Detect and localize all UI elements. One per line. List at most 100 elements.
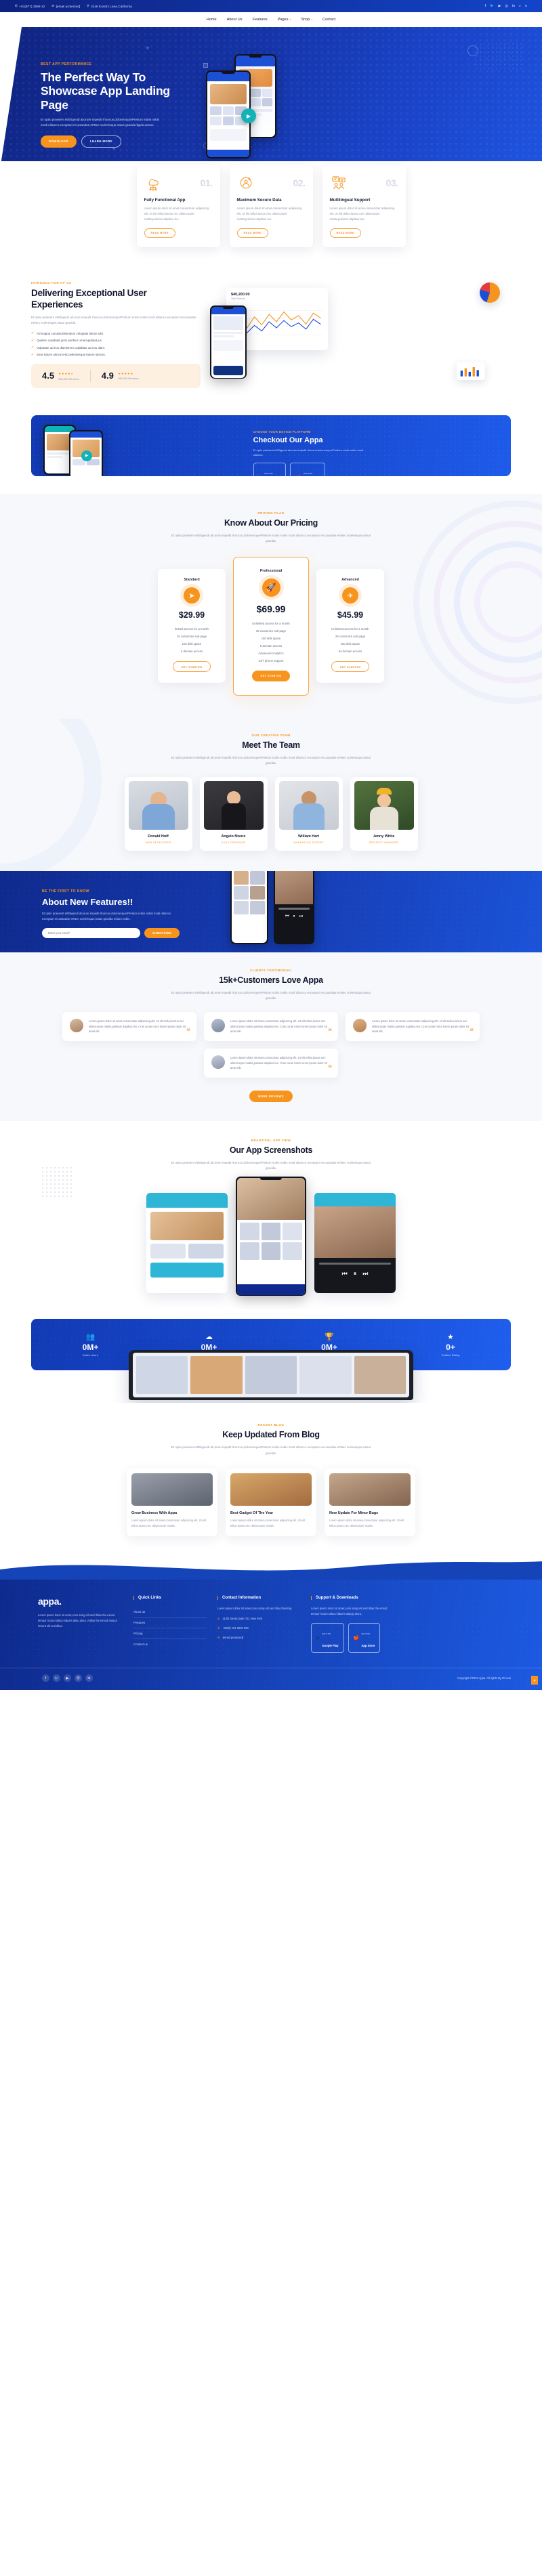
blog-post-card[interactable]: Grow Business With Appa Lorem ipsum dolo…	[127, 1468, 217, 1537]
pricing-plan-standard[interactable]: Standard ➤ $29.99 limited access for a m…	[158, 569, 226, 683]
feature-read-more-button[interactable]: READ MORE	[236, 228, 268, 238]
behance-icon[interactable]: Ⓑ	[75, 1674, 82, 1683]
search-icon[interactable]: ⌕	[519, 4, 521, 8]
nav-label: Shop	[301, 18, 310, 22]
plan-get-started-button[interactable]: GET STARTED	[252, 670, 290, 681]
intro-donut-chart	[480, 282, 500, 303]
plan-feature: 100 disk space	[182, 642, 202, 646]
top-bar-phone[interactable]: ✆ +01(977) 2599 12	[15, 4, 45, 8]
hero-download-button[interactable]: DOWNLOAD	[41, 135, 77, 148]
check-icon: ✔	[31, 345, 35, 350]
twitter-icon[interactable]: 🐦	[53, 1674, 60, 1683]
plan-get-started-button[interactable]: GET STARTED	[331, 661, 369, 673]
linkedin-icon[interactable]: in	[85, 1674, 93, 1683]
newsletter-subscribe-button[interactable]: SUBSCRIBE	[144, 927, 180, 938]
stats-tablet-mockup	[31, 1350, 511, 1403]
footer-link-features[interactable]: Features	[133, 1618, 207, 1629]
plan-get-started-button[interactable]: GET STARTED	[173, 661, 211, 673]
quote-icon: ❝	[470, 1028, 474, 1036]
footer: appa. Lorem ipsum dolor sit amet,cons ar…	[0, 1580, 542, 1691]
top-bar-address-text: 3146 Koontz Lane,California	[91, 4, 132, 8]
top-bar-email[interactable]: ✉ [email protected]	[51, 4, 80, 8]
testimonials-section: CLIENTS TESTIMONIAL 15k+Customers Love A…	[0, 952, 542, 1121]
twitter-icon[interactable]: 🐦	[490, 4, 494, 8]
newsletter-phone-right: ⏮ ⏸ ⏭	[274, 870, 314, 944]
team-member-card[interactable]: William Hart MARKETING EXPERT	[274, 777, 343, 851]
footer-app-store-button[interactable]: 🍎 GET IT ON App Store	[348, 1623, 381, 1653]
footer-google-play-button[interactable]: ▷ GET IT ON Google Play	[311, 1623, 344, 1653]
plan-feature: 150 disk space	[340, 642, 360, 646]
footer-logo[interactable]: appa.	[38, 1596, 123, 1607]
envelope-icon: ✉	[217, 1636, 220, 1640]
pricing-plan-professional[interactable]: Professional 🚀 $69.99 Unlimited access f…	[233, 556, 309, 696]
blog-heading-block: RECENT BLOG Keep Updated From Blog Et op…	[0, 1423, 542, 1456]
nav-item-pages[interactable]: Pages ▾	[278, 18, 291, 22]
blog-section: RECENT BLOG Keep Updated From Blog Et op…	[0, 1403, 542, 1560]
feature-card[interactable]: 01. Fully Functional App Lorem ipsum dol…	[136, 165, 220, 248]
linkedin-icon[interactable]: in	[512, 4, 515, 8]
feature-card[interactable]: 03. Multilingual Support Lorem ipsum dol…	[322, 165, 406, 248]
rating-box: 4.5 ★★★★⯨ 255,000 Reviews 4.9 ★★★★★ 198,…	[31, 363, 201, 388]
feature-number: 03.	[385, 177, 398, 188]
intro-bullet-text: Esse labore ultrices!Hic pellentesque la…	[37, 353, 106, 357]
feature-read-more-button[interactable]: READ MORE	[144, 228, 175, 238]
youtube-icon[interactable]: ▶	[499, 4, 501, 8]
intro-bullet: ✔ Quidem cupidatat justo porttitor urnacu…	[31, 339, 201, 343]
app-store-button[interactable]: 🍎 GET IT ON Google Play	[290, 463, 326, 476]
footer-contact-title: Contact Information	[217, 1596, 300, 1601]
feature-card[interactable]: 02. Maximum Secure Data Lorem ipsum dolo…	[229, 165, 313, 248]
blog-eyebrow: RECENT BLOG	[257, 1423, 285, 1427]
nav-item-about-us[interactable]: About Us	[227, 18, 243, 22]
plan-feature: 3 domain access	[180, 650, 203, 654]
team-member-card[interactable]: Angelo Moore UI/UX DESIGNER	[199, 777, 268, 851]
google-play-button[interactable]: ▷ GET IT ON Google Play	[253, 463, 287, 476]
facebook-icon[interactable]: f	[485, 4, 486, 8]
footer-link-about-us[interactable]: About us	[133, 1607, 207, 1618]
hero-title: The Perfect Way To Showcase App Landing …	[41, 70, 170, 112]
hero-phone-mockups: ▶	[176, 50, 515, 165]
youtube-icon[interactable]: ▶	[64, 1674, 71, 1683]
intro-bar-chart-card	[457, 362, 485, 381]
team-member-card[interactable]: Donald Huff WEB DEVELOPER	[124, 777, 192, 851]
footer-link-contact-us[interactable]: Contact us	[133, 1639, 207, 1649]
nav-item-features[interactable]: Features	[253, 18, 268, 22]
rating-item: 4.9 ★★★★★ 198,000 Reviews	[102, 371, 139, 381]
store-small-label: GET IT ON	[361, 1633, 370, 1636]
instagram-icon[interactable]: ◎	[505, 4, 508, 8]
facebook-icon[interactable]: f	[42, 1674, 49, 1683]
footer-contact-email[interactable]: ✉ [email protected]	[217, 1636, 300, 1640]
team-member-card[interactable]: Jenny White PROJECT MANAGER	[350, 777, 418, 851]
pricing-plan-advanced[interactable]: Advanced ✈ $45.99 Unlimited access for a…	[316, 569, 384, 683]
plan-feature: 25 customize sub page	[335, 635, 366, 639]
screenshots-title: Our App Screenshots	[229, 1145, 313, 1155]
feature-text: Lorem ipsum dolor sit amet,consectetur a…	[329, 207, 395, 221]
footer-contact-phone[interactable]: ✆ +88(0) 101 0000 000	[217, 1626, 300, 1630]
users-icon: 👥	[85, 1333, 96, 1342]
avatar	[353, 1019, 367, 1033]
store-small-label: GET IT ON	[322, 1633, 331, 1636]
phone-notch	[221, 71, 236, 74]
top-bar: ✆ +01(977) 2599 12 ✉ [email protected] ⚲…	[0, 0, 542, 12]
team-member-role: WEB DEVELOPER	[145, 840, 171, 844]
footer-link-pricing[interactable]: Pricing	[133, 1628, 207, 1640]
blog-post-image	[230, 1473, 312, 1506]
nav-item-shop[interactable]: Shop ▾	[301, 18, 312, 22]
more-reviews-button[interactable]: MORE REVIEWS	[249, 1090, 293, 1102]
plan-feature: Advanced Analytics	[258, 651, 284, 655]
hero-learn-more-button[interactable]: LEARN MORE	[81, 135, 121, 148]
check-icon: ✔	[31, 338, 35, 343]
menu-icon[interactable]: ≡	[525, 4, 527, 8]
features-section: 01. Fully Functional App Lorem ipsum dol…	[0, 161, 542, 267]
back-to-top-button[interactable]: ▲	[531, 1676, 538, 1685]
feature-text: Lorem ipsum dolor sit amet,consectetur a…	[236, 207, 302, 221]
newsletter-email-input[interactable]	[42, 927, 140, 938]
footer-email-text: [email protected]	[222, 1636, 243, 1640]
feature-read-more-button[interactable]: READ MORE	[329, 228, 361, 238]
intro-visual: $40,200.00 Total Revenue	[209, 281, 511, 383]
nav-item-contact[interactable]: Contact	[322, 18, 335, 22]
nav-item-home[interactable]: Home	[207, 18, 217, 22]
blog-post-card[interactable]: Best Gadget Of The Year Lorem ipsum dolo…	[226, 1468, 316, 1537]
testimonials-eyebrow: CLIENTS TESTIMONIAL	[250, 968, 292, 972]
blog-post-card[interactable]: New Update For Minor Bugs Lorem ipsum do…	[325, 1468, 415, 1537]
testimonials-title: 15k+Customers Love Appa	[219, 975, 323, 985]
